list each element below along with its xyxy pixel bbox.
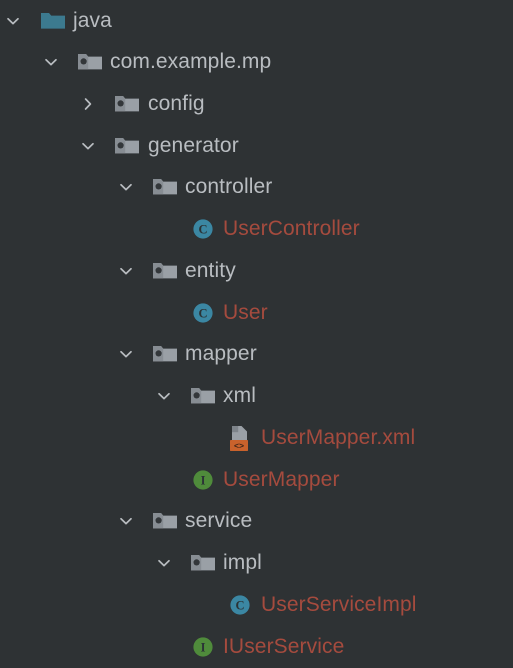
tree-row[interactable]: service [0, 500, 513, 542]
tree-row[interactable]: com.example.mp [0, 41, 513, 83]
tree-row[interactable]: <> UserMapper.xml [0, 417, 513, 459]
chevron-down-icon[interactable] [117, 178, 135, 196]
tree-row[interactable]: java [0, 0, 513, 42]
tree-row[interactable]: C UserController [0, 208, 513, 250]
package-folder-icon [151, 257, 179, 285]
tree-row[interactable]: C User [0, 292, 513, 334]
tree-row[interactable]: I IUserService [0, 626, 513, 668]
package-folder-icon [151, 507, 179, 535]
java-class-icon: C [226, 591, 254, 619]
package-folder-icon [113, 90, 141, 118]
svg-text:<>: <> [234, 441, 244, 451]
chevron-down-icon[interactable] [117, 512, 135, 530]
chevron-down-icon[interactable] [117, 262, 135, 280]
chevron-down-icon[interactable] [117, 345, 135, 363]
svg-text:C: C [235, 599, 244, 613]
package-folder-icon [76, 48, 104, 76]
java-interface-icon: I [189, 466, 217, 494]
tree-row-label[interactable]: com.example.mp [110, 48, 271, 76]
tree-row-label[interactable]: entity [185, 257, 236, 285]
java-interface-icon: I [189, 633, 217, 661]
package-folder-icon [151, 340, 179, 368]
chevron-down-icon[interactable] [79, 137, 97, 155]
tree-row-label[interactable]: xml [223, 382, 256, 410]
svg-text:C: C [198, 223, 207, 237]
tree-row-label[interactable]: config [148, 90, 205, 118]
tree-row-label[interactable]: impl [223, 549, 262, 577]
chevron-down-icon[interactable] [155, 387, 173, 405]
project-tree-panel[interactable]: java com.example.mp config generator control… [0, 0, 513, 664]
java-class-icon: C [189, 215, 217, 243]
svg-text:I: I [201, 474, 206, 488]
tree-row[interactable]: I UserMapper [0, 459, 513, 501]
xml-file-icon: <> [226, 424, 254, 452]
tree-row-label[interactable]: UserMapper.xml [261, 424, 415, 452]
tree-row[interactable]: mapper [0, 333, 513, 375]
tree-row-label[interactable]: UserController [223, 215, 360, 243]
tree-row-label[interactable]: generator [148, 132, 239, 160]
svg-text:I: I [201, 641, 206, 655]
chevron-down-icon[interactable] [4, 12, 22, 30]
package-folder-icon [151, 173, 179, 201]
source-folder-icon [39, 7, 67, 35]
tree-row-label[interactable]: UserMapper [223, 466, 340, 494]
java-class-icon: C [189, 299, 217, 327]
tree-row[interactable]: impl [0, 542, 513, 584]
package-folder-icon [113, 132, 141, 160]
tree-row-label[interactable]: User [223, 299, 268, 327]
tree-row-label[interactable]: IUserService [223, 633, 344, 661]
tree-row[interactable]: C UserServiceImpl [0, 584, 513, 626]
svg-text:C: C [198, 307, 207, 321]
tree-row-label[interactable]: UserServiceImpl [261, 591, 417, 619]
chevron-down-icon[interactable] [155, 554, 173, 572]
package-folder-icon [189, 382, 217, 410]
tree-row[interactable]: entity [0, 250, 513, 292]
tree-row[interactable]: xml [0, 375, 513, 417]
tree-row[interactable]: generator [0, 125, 513, 167]
package-folder-icon [189, 549, 217, 577]
tree-row-label[interactable]: mapper [185, 340, 257, 368]
tree-row-label[interactable]: controller [185, 173, 272, 201]
tree-row[interactable]: controller [0, 166, 513, 208]
chevron-down-icon[interactable] [42, 53, 60, 71]
chevron-right-icon[interactable] [79, 95, 97, 113]
tree-row[interactable]: config [0, 83, 513, 125]
tree-row-label[interactable]: java [73, 7, 112, 35]
tree-row-label[interactable]: service [185, 507, 252, 535]
